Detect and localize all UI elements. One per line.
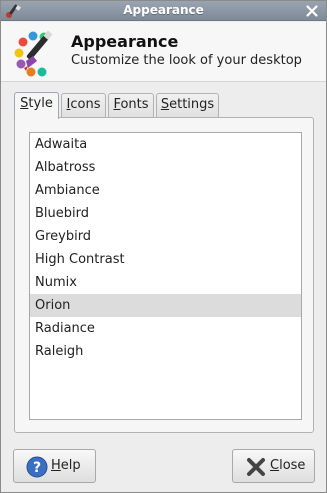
- svg-text:?: ?: [33, 460, 41, 476]
- help-button[interactable]: ? Help: [13, 449, 96, 483]
- tab-fonts-label: onts: [120, 97, 149, 112]
- close-icon: [247, 458, 265, 476]
- theme-list-item[interactable]: Ambiance: [30, 179, 301, 202]
- tab-style[interactable]: Style: [14, 92, 59, 119]
- tab-icons[interactable]: Icons: [61, 93, 106, 117]
- theme-list-item[interactable]: Adwaita: [30, 133, 301, 156]
- theme-list-item[interactable]: Radiance: [30, 317, 301, 340]
- tab-fonts[interactable]: Fonts: [108, 93, 154, 117]
- tab-settings-mnemonic: S: [160, 97, 170, 112]
- header-subtitle: Customize the look of your desktop: [71, 53, 302, 68]
- title-bar[interactable]: Appearance: [1, 1, 326, 21]
- tab-icons-label: cons: [70, 97, 101, 112]
- header-title: Appearance: [71, 32, 179, 51]
- close-label: lose: [279, 458, 306, 473]
- help-icon: ?: [26, 456, 48, 478]
- close-button[interactable]: Close: [232, 449, 315, 483]
- theme-list-item[interactable]: Albatross: [30, 156, 301, 179]
- close-mnemonic: C: [270, 458, 280, 473]
- theme-list-item[interactable]: Raleigh: [30, 340, 301, 363]
- paintbrush-icon: [6, 4, 21, 18]
- tab-style-label: tyle: [28, 96, 53, 111]
- appearance-palette-icon: [14, 30, 53, 77]
- window-title: Appearance: [123, 3, 204, 17]
- tab-bar: Style Icons Fonts Settings: [14, 92, 314, 119]
- style-tab-panel: Adwaita Albatross Ambiance Bluebird Grey…: [14, 117, 314, 433]
- theme-list-item[interactable]: High Contrast: [30, 248, 301, 271]
- theme-list-item[interactable]: Greybird: [30, 225, 301, 248]
- theme-list-item[interactable]: Numix: [30, 271, 301, 294]
- header-banner: Appearance Customize the look of your de…: [1, 22, 326, 82]
- theme-list-item[interactable]: Bluebird: [30, 202, 301, 225]
- window-close-icon[interactable]: [304, 3, 320, 19]
- help-label: elp: [60, 458, 81, 473]
- tab-settings[interactable]: Settings: [156, 93, 219, 117]
- tab-settings-label: ettings: [169, 97, 215, 112]
- theme-list-item-selected[interactable]: Orion: [30, 294, 301, 317]
- theme-list[interactable]: Adwaita Albatross Ambiance Bluebird Grey…: [29, 132, 302, 420]
- appearance-window: Appearance Appearance Customize the look…: [0, 0, 327, 493]
- help-mnemonic: H: [51, 458, 61, 473]
